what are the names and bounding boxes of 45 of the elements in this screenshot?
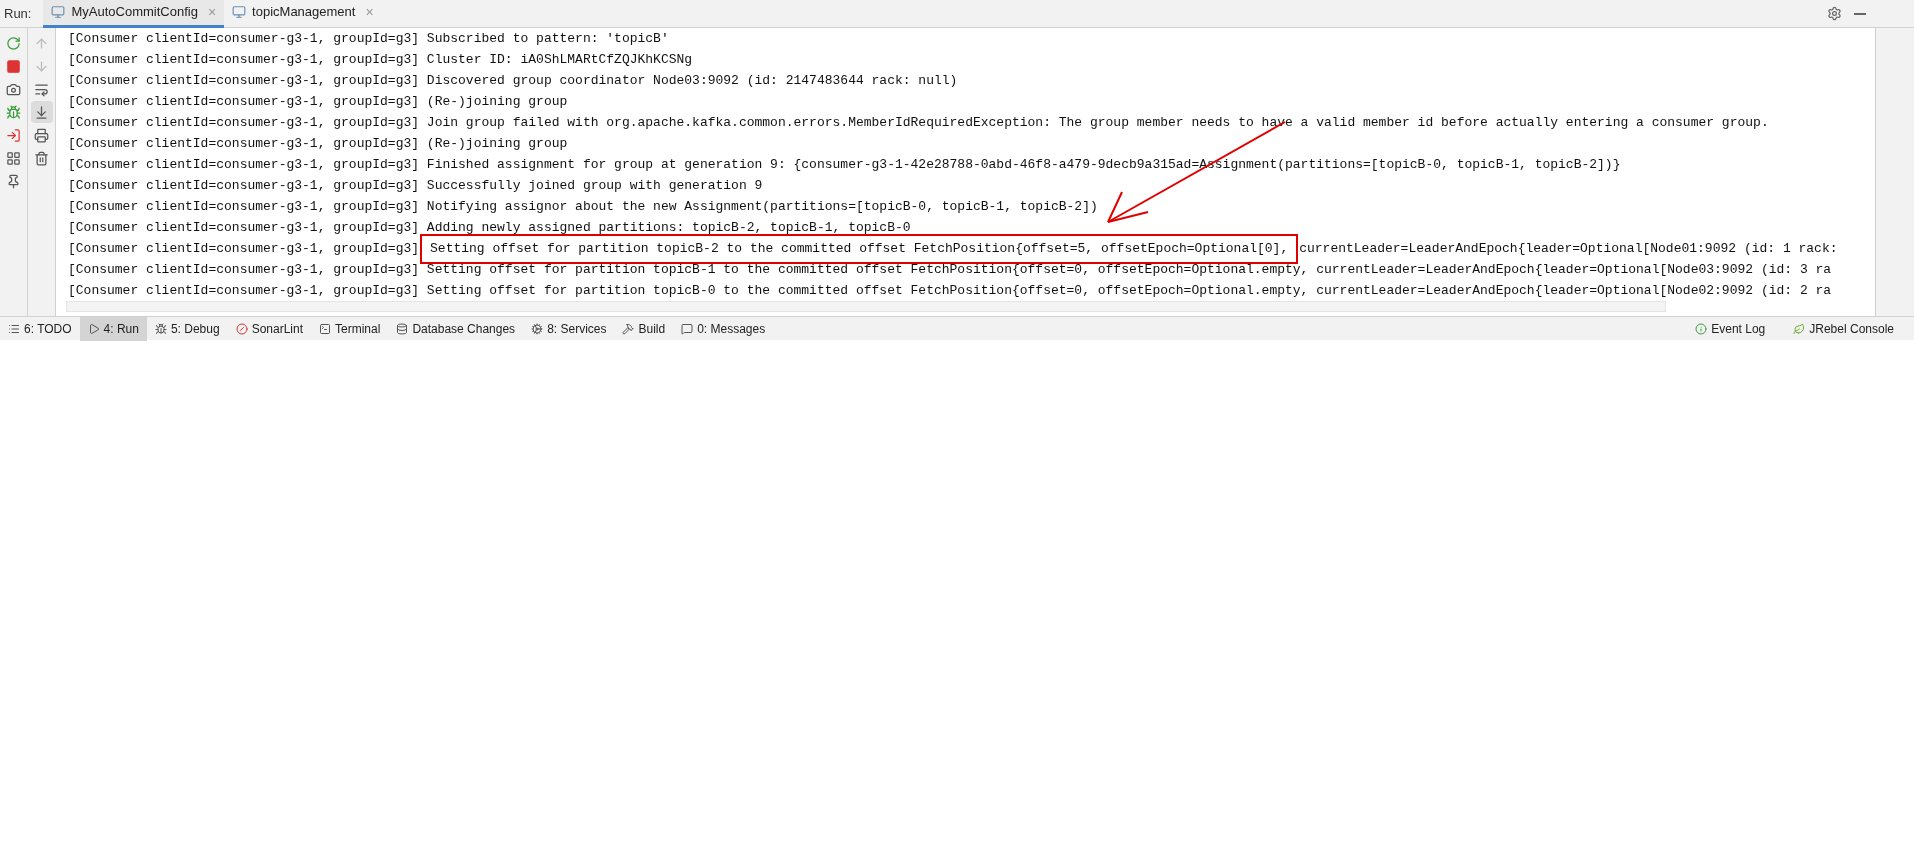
tool-window-tab[interactable]: 6: TODO [0, 316, 80, 341]
tool-window-tab[interactable]: 5: Debug [146, 316, 228, 341]
leaf-icon [1793, 322, 1806, 335]
tool-window-tab[interactable]: 0: Messages [673, 316, 774, 341]
info-icon [1695, 322, 1708, 335]
message-icon [681, 322, 694, 335]
tool-window-tab[interactable]: SonarLint [227, 316, 311, 341]
run-tab[interactable]: MyAutoCommitConfig × [43, 0, 225, 28]
hammer-icon [622, 322, 635, 335]
list-icon [8, 322, 20, 335]
log-line: [Consumer clientId=consumer-g3-1, groupId=g3] Cluster ID: iA0ShLMARtCfZQJKhKCSNg [68, 52, 693, 67]
run-tab[interactable]: topicManagement × [224, 0, 382, 28]
log-line: [Consumer clientId=consumer-g3-1, groupId=g3] Discovered group coordinator Node03:9092 (id: 2147483644 rack: null) [68, 73, 958, 88]
run-label: Run: [4, 4, 32, 23]
scroll-to-end-icon[interactable] [30, 101, 53, 123]
terminal-icon [319, 322, 331, 335]
settings-icon [1827, 6, 1842, 21]
tool-window-tab[interactable]: Database Changes [388, 316, 524, 341]
tool-window-tab[interactable]: 8: Services [523, 316, 615, 341]
tool-window-tab[interactable]: 4: Run [79, 316, 147, 341]
no-entry-icon [235, 322, 248, 335]
log-line: [Consumer clientId=consumer-g3-1, groupId=g3] Join group failed with org.apache.kafka.common.errors.MemberIdRequiredException: The group member needs to have a valid member id before actually entering a consumer group. [68, 115, 1769, 130]
tool-window-tab[interactable]: Terminal [311, 316, 389, 341]
bug-icon [154, 322, 167, 335]
minimize-icon [1854, 12, 1866, 15]
log-line: [Consumer clientId=consumer-g3-1, groupId=g3] Setting offset for partition topicB-0 to the committed offset FetchPosition{offset=0, offsetEpoch=Optional.empty, currentLeader=LeaderAndEpoch{leader=Optional[Node02:9092 (id: 2 ra [68, 283, 1832, 298]
tool-window-tab[interactable]: JRebel Console [1785, 316, 1902, 341]
log-line: [Consumer clientId=consumer-g3-1, groupId=g3] (Re-)joining group [68, 136, 568, 151]
window-icon [51, 5, 66, 19]
highlight-box: Setting offset for partition topicB-2 to the committed offset FetchPosition{offset=5, offsetEpoch=Optional[0], [420, 233, 1299, 264]
play-icon [87, 322, 100, 335]
log-line: [Consumer clientId=consumer-g3-1, groupId=g3] Setting offset for partition topicB-1 to the committed offset FetchPosition{offset=0, offsetEpoch=Optional.empty, currentLeader=LeaderAndEpoch{leader=Optional[Node03:9092 (id: 3 ra [68, 262, 1832, 277]
log-line: [Consumer clientId=consumer-g3-1, groupId=g3] (Re-)joining group [68, 94, 568, 109]
log-line: [Consumer clientId=consumer-g3-1, groupId=g3] Successfully joined group with generation 9 [68, 178, 763, 193]
horizontal-scrollbar[interactable] [66, 301, 1666, 312]
database-icon [396, 322, 409, 335]
log-line: [Consumer clientId=consumer-g3-1, groupId=g3] Adding newly assigned partitions: topicB-2, topicB-1, topicB-0 [68, 220, 911, 235]
gear-icon [531, 322, 544, 335]
log-line: [Consumer clientId=consumer-g3-1, groupId=g3] Notifying assignor about the new Assignment(partitions=[topicB-0, topicB-1, topicB-2]) [68, 199, 1098, 214]
window-icon [232, 5, 247, 19]
log-line-prefix: [Consumer clientId=consumer-g3-1, groupId=g3] [68, 240, 420, 258]
tool-window-tab[interactable]: Build [614, 316, 674, 341]
log-line: [Consumer clientId=consumer-g3-1, groupId=g3] Subscribed to pattern: 'topicB' [68, 31, 669, 46]
log-line-suffix: currentLeader=LeaderAndEpoch{leader=Optional[Node01:9092 (id: 1 rack: [1299, 240, 1838, 258]
tool-window-tab[interactable]: Event Log [1687, 316, 1774, 341]
